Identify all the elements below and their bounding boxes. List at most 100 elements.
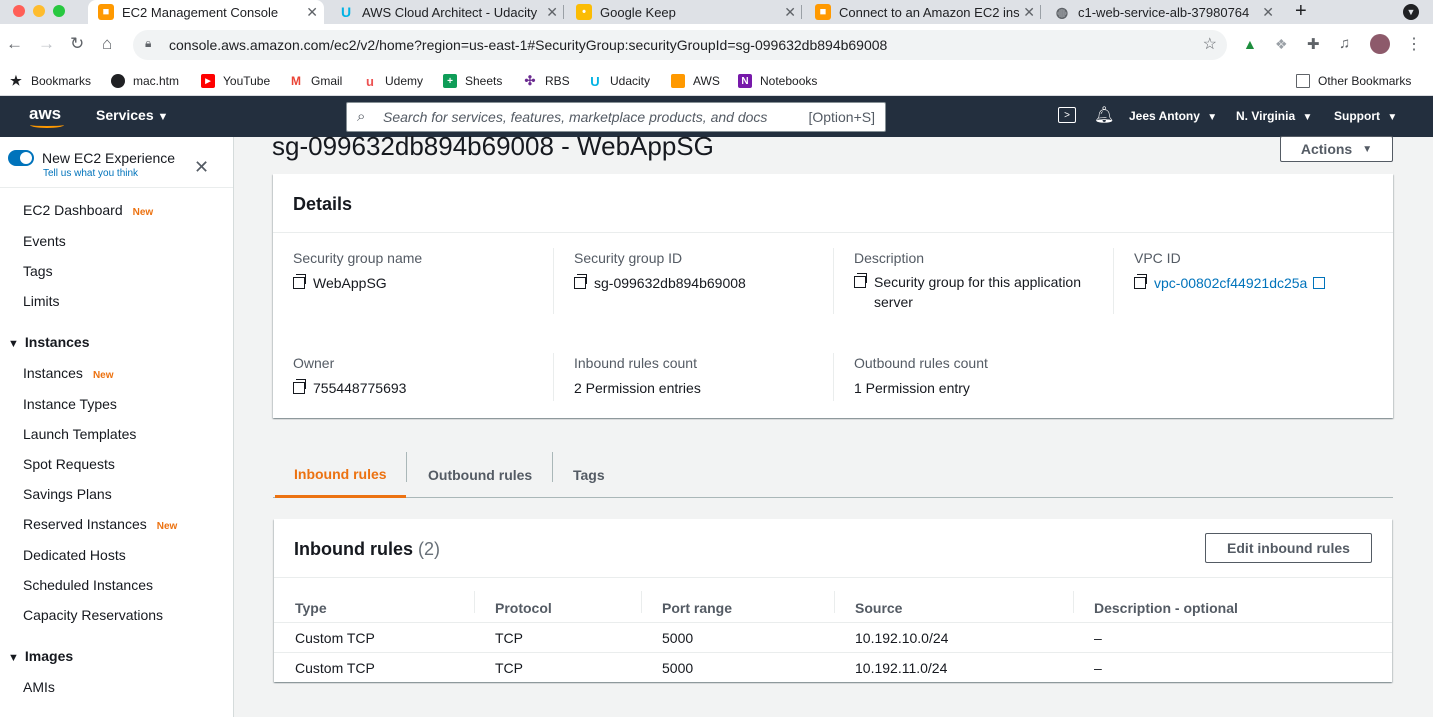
copy-icon[interactable]: [574, 274, 587, 289]
home-icon[interactable]: ⌂: [102, 34, 112, 54]
edit-inbound-rules-button[interactable]: Edit inbound rules: [1205, 533, 1372, 563]
bookmark-udemy[interactable]: u Udemy: [363, 70, 423, 92]
table-row[interactable]: Custom TCP TCP 5000 10.192.10.0/24 –: [274, 622, 1392, 652]
page-title: sg-099632db894b69008 - WebAppSG: [272, 131, 714, 161]
media-icon[interactable]: ♫: [1339, 35, 1350, 52]
column-header-source[interactable]: Source: [855, 600, 902, 616]
copy-icon[interactable]: [293, 379, 306, 394]
sidebar-item-dedicated-hosts[interactable]: Dedicated Hosts: [23, 547, 126, 563]
sidebar-item-scheduled-instances[interactable]: Scheduled Instances: [23, 577, 153, 593]
aws-logo[interactable]: aws: [29, 104, 61, 124]
copy-icon[interactable]: [854, 273, 867, 288]
sidebar-item-reserved-instances[interactable]: Reserved Instances New: [23, 516, 177, 532]
close-icon[interactable]: ✕: [1262, 4, 1274, 21]
column-header-port-range[interactable]: Port range: [662, 600, 732, 616]
sg-id-value: sg-099632db894b69008: [574, 274, 746, 291]
sidebar-item-instances[interactable]: Instances New: [23, 365, 114, 381]
sidebar-section-instances[interactable]: ▼ Instances: [8, 334, 89, 350]
more-menu-icon[interactable]: ⋮: [1406, 34, 1422, 54]
star-icon[interactable]: ☆: [1203, 34, 1217, 54]
sidebar-item-capacity-reservations[interactable]: Capacity Reservations: [23, 607, 163, 623]
sidebar-item-instance-types[interactable]: Instance Types: [23, 396, 117, 412]
new-tab-icon[interactable]: +: [1295, 0, 1307, 23]
column-header-description[interactable]: Description - optional: [1094, 600, 1238, 616]
table-row[interactable]: Custom TCP TCP 5000 10.192.11.0/24 –: [274, 652, 1392, 682]
tab-tags[interactable]: Tags: [573, 452, 605, 498]
vpc-id-link[interactable]: vpc-00802cf44921dc25a: [1154, 275, 1307, 291]
caret-down-icon: ▼: [157, 111, 169, 123]
browser-tab-keep[interactable]: • Google Keep ✕: [566, 0, 802, 24]
cloudshell-icon[interactable]: >: [1058, 107, 1076, 123]
close-icon[interactable]: ✕: [546, 4, 558, 21]
forward-arrow-icon[interactable]: →: [38, 34, 55, 54]
browser-tab-connect-ec2[interactable]: ■ Connect to an Amazon EC2 ins ✕: [805, 0, 1041, 24]
close-icon[interactable]: ✕: [784, 4, 796, 21]
reload-icon[interactable]: ↻: [70, 34, 84, 54]
browser-tab-ec2[interactable]: ■ EC2 Management Console ✕: [88, 0, 324, 24]
description-text: Security group for this application serv…: [874, 274, 1081, 310]
other-bookmarks[interactable]: Other Bookmarks: [1296, 70, 1411, 92]
drive-icon[interactable]: ▲: [1243, 36, 1257, 52]
sidebar-item-label: Reserved Instances: [23, 516, 147, 532]
bookmark-aws[interactable]: AWS: [671, 70, 720, 92]
services-menu-button[interactable]: Services ▼: [96, 107, 168, 123]
close-icon[interactable]: ✕: [194, 157, 209, 178]
browser-tab-udacity[interactable]: U AWS Cloud Architect - Udacity ✕: [328, 0, 564, 24]
zoom-window-button[interactable]: [53, 5, 65, 17]
column-header-protocol[interactable]: Protocol: [495, 600, 552, 616]
sidebar-item-limits[interactable]: Limits: [23, 293, 60, 309]
column-divider: [834, 591, 835, 613]
region-menu[interactable]: N. Virginia ▼: [1236, 109, 1312, 123]
minimize-window-button[interactable]: [33, 5, 45, 17]
services-label: Services: [96, 107, 154, 123]
bookmark-youtube[interactable]: ▶ YouTube: [201, 70, 270, 92]
bookmark-bookmarks[interactable]: ★ Bookmarks: [9, 70, 91, 92]
bookmark-notebooks[interactable]: N Notebooks: [738, 70, 817, 92]
back-arrow-icon[interactable]: ←: [6, 34, 23, 54]
owner-text: 755448775693: [313, 380, 407, 396]
copy-icon[interactable]: [1134, 274, 1147, 289]
bookmark-udacity[interactable]: U Udacity: [588, 70, 650, 92]
close-icon[interactable]: ✕: [306, 4, 318, 21]
star-icon: ★: [10, 73, 22, 88]
account-name: Jees Antony: [1129, 109, 1200, 123]
sidebar-item-savings-plans[interactable]: Savings Plans: [23, 486, 112, 502]
gmail-icon: M: [291, 74, 301, 88]
sidebar-section-images[interactable]: ▼ Images: [8, 648, 73, 664]
profile-avatar[interactable]: [1370, 34, 1390, 54]
ec2-sidebar: New EC2 Experience Tell us what you thin…: [0, 137, 234, 717]
dropbox-icon[interactable]: ❖: [1275, 36, 1288, 53]
sidebar-item-events[interactable]: Events: [23, 233, 66, 249]
onenote-icon: N: [738, 74, 752, 88]
bookmark-mac[interactable]: mac.htm: [111, 70, 179, 92]
actions-button[interactable]: Actions ▼: [1280, 136, 1393, 162]
tab-search-icon[interactable]: ▼: [1403, 4, 1419, 20]
close-window-button[interactable]: [13, 5, 25, 17]
bookmark-sheets[interactable]: + Sheets: [443, 70, 502, 92]
vpc-id-value: vpc-00802cf44921dc25a: [1134, 274, 1326, 291]
external-link-icon[interactable]: [1313, 277, 1326, 289]
column-header-type[interactable]: Type: [295, 600, 327, 616]
cell-source: 10.192.11.0/24: [855, 660, 948, 676]
vpc-id-label: VPC ID: [1134, 250, 1181, 266]
bookmark-rbs[interactable]: ✣ RBS: [523, 70, 570, 92]
bell-icon[interactable]: 🔔︎: [1094, 105, 1114, 125]
browser-tab-alb[interactable]: ◍ c1-web-service-alb-37980764 ✕: [1044, 0, 1280, 24]
copy-icon[interactable]: [293, 274, 306, 289]
sidebar-item-tags[interactable]: Tags: [23, 263, 53, 279]
account-menu[interactable]: Jees Antony ▼: [1129, 109, 1217, 123]
new-experience-toggle[interactable]: [8, 150, 34, 166]
sidebar-item-amis[interactable]: AMIs: [23, 679, 55, 695]
tab-inbound-rules[interactable]: Inbound rules: [275, 452, 406, 498]
url-bar[interactable]: 🔒︎ console.aws.amazon.com/ec2/v2/home?re…: [133, 30, 1227, 60]
sidebar-item-ec2-dashboard[interactable]: EC2 Dashboard New: [23, 202, 153, 218]
sidebar-item-launch-templates[interactable]: Launch Templates: [23, 426, 136, 442]
sidebar-item-spot-requests[interactable]: Spot Requests: [23, 456, 115, 472]
close-icon[interactable]: ✕: [1023, 4, 1035, 21]
aws-search-input[interactable]: ⌕ Search for services, features, marketp…: [346, 102, 886, 132]
bookmark-gmail[interactable]: M Gmail: [289, 70, 342, 92]
tab-outbound-rules[interactable]: Outbound rules: [428, 452, 532, 498]
feedback-link[interactable]: Tell us what you think: [43, 168, 138, 179]
support-menu[interactable]: Support ▼: [1334, 109, 1397, 123]
extensions-icon[interactable]: ✚: [1307, 35, 1320, 53]
